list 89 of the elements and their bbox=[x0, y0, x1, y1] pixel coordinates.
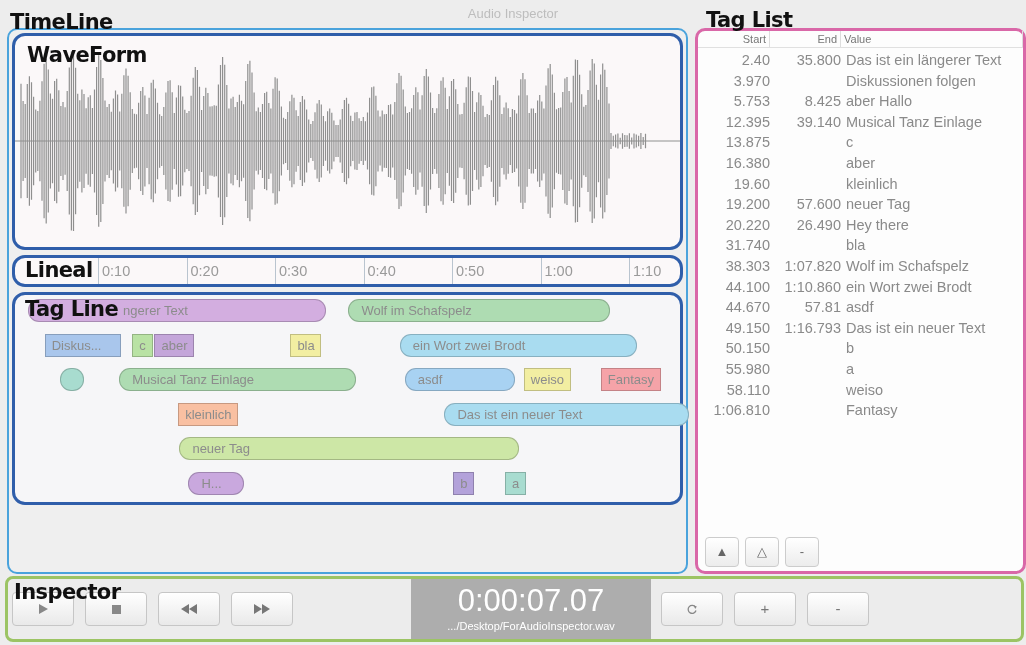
table-cell-text: 35.800 bbox=[795, 51, 841, 70]
table-cell-text: Das ist ein neuer Text bbox=[845, 318, 987, 338]
table-cell-text: 3.970 bbox=[732, 71, 770, 91]
table-cell-text: 58.110 bbox=[725, 380, 770, 400]
table-cell-text: 19.200 bbox=[724, 195, 770, 215]
table-cell-text: 20.220 bbox=[724, 215, 770, 235]
list-button[interactable]: ▲ bbox=[705, 537, 739, 567]
table-cell-text: bla bbox=[845, 236, 867, 256]
table-cell-text: ein Wort zwei Brodt bbox=[845, 277, 973, 297]
file-path: .../Desktop/ForAudioInspector.wav bbox=[447, 618, 615, 634]
table-cell-text: Musical Tanz Einlage bbox=[845, 112, 983, 132]
list-button[interactable]: △ bbox=[745, 537, 779, 567]
tag-bar[interactable]: H... bbox=[188, 471, 244, 495]
tag-marker[interactable]: Diskus... bbox=[44, 333, 121, 357]
table-cell-text: 2.40 bbox=[740, 51, 770, 70]
time-readout: 0:00:07.07 bbox=[457, 583, 605, 618]
ruler-tick-label: 0:10 bbox=[98, 258, 131, 284]
table-cell-text: 44.100 bbox=[724, 277, 770, 297]
tag-marker[interactable]: kleinlich bbox=[178, 402, 239, 426]
tag-bar[interactable]: Wolf im Schafspelz bbox=[348, 299, 610, 322]
tag-marker[interactable]: Fantasy bbox=[600, 368, 661, 391]
table-cell-text: 26.490 bbox=[795, 215, 841, 235]
table-cell-text: 38.303 bbox=[724, 256, 770, 276]
annotation-label: Inspector bbox=[14, 582, 121, 603]
action-button[interactable]: - bbox=[807, 592, 869, 626]
annotation-label: WaveForm bbox=[27, 45, 147, 66]
tag-marker[interactable]: c bbox=[132, 333, 154, 357]
table-cell-text: a bbox=[845, 359, 856, 379]
tag-bar[interactable]: Das ist ein neuer Text bbox=[444, 402, 690, 426]
table-cell-text: 5.753 bbox=[732, 92, 770, 112]
table-cell-text: 39.140 bbox=[795, 112, 841, 132]
tag-bar[interactable]: neuer Tag bbox=[179, 437, 520, 460]
tag-marker[interactable]: bla bbox=[290, 333, 322, 357]
annotation-label: Tag List bbox=[706, 10, 793, 31]
play-icon bbox=[37, 603, 49, 615]
table-cell-text: 44.670 bbox=[724, 298, 770, 318]
annotation-label: Lineal bbox=[25, 260, 93, 281]
ruler-tick-label: 0:20 bbox=[186, 258, 219, 284]
list-button[interactable]: - bbox=[785, 537, 819, 567]
tag-marker[interactable]: aber bbox=[154, 333, 195, 357]
annotation-label: TimeLine bbox=[10, 12, 113, 33]
table-cell-text: 57.600 bbox=[795, 195, 841, 215]
table-cell-text: weiso bbox=[845, 380, 885, 400]
table-cell-text: 1:16.793 bbox=[783, 318, 841, 338]
table-cell-text: Fantasy bbox=[845, 401, 899, 421]
table-cell-text: 8.425 bbox=[803, 92, 841, 112]
tag-bar[interactable]: ein Wort zwei Brodt bbox=[399, 333, 637, 357]
table-cell-text: 1:07.820 bbox=[783, 256, 841, 276]
tag-marker[interactable]: b bbox=[453, 471, 475, 495]
table-cell-text: 13.875 bbox=[724, 133, 770, 153]
table-cell-text: kleinlich bbox=[845, 174, 899, 194]
table-cell-text: 49.150 bbox=[724, 318, 770, 338]
table-cell-text: Hey there bbox=[845, 215, 910, 235]
annotation-label: Tag Line bbox=[25, 299, 119, 320]
table-cell-text: Diskussionen folgen bbox=[845, 71, 977, 91]
table-cell-text: 19.60 bbox=[732, 174, 770, 194]
rewind-icon bbox=[181, 604, 197, 614]
stop-icon bbox=[111, 604, 121, 614]
fast-forward-icon bbox=[254, 604, 270, 614]
table-cell-text: 31.740 bbox=[724, 236, 770, 256]
column-header[interactable]: Value bbox=[841, 31, 1023, 47]
tag-bar[interactable]: Musical Tanz Einlage bbox=[119, 368, 356, 391]
table-cell-text: aber Hallo bbox=[845, 92, 914, 112]
table-cell-text: c bbox=[845, 133, 855, 153]
ruler-tick-label: 0:50 bbox=[452, 258, 485, 284]
table-cell-text: 16.380 bbox=[724, 153, 770, 173]
table-cell-text: aber bbox=[845, 153, 877, 173]
table-cell-text: Wolf im Schafspelz bbox=[845, 256, 971, 276]
table-cell-text: b bbox=[845, 339, 856, 359]
reload-icon bbox=[686, 603, 698, 615]
column-header[interactable]: Start bbox=[698, 31, 770, 47]
ruler-tick-label: 1:10 bbox=[629, 258, 662, 284]
column-header[interactable]: End bbox=[770, 31, 841, 47]
ruler-tick-label: 0:40 bbox=[363, 258, 396, 284]
tag-marker[interactable]: a bbox=[504, 471, 526, 495]
table-cell-text: 12.395 bbox=[724, 112, 770, 132]
tag-marker[interactable]: weiso bbox=[523, 368, 571, 391]
tag-bar[interactable]: asdf bbox=[404, 368, 515, 391]
table-cell-text: Das ist ein längerer Text bbox=[845, 51, 1003, 70]
action-button[interactable]: + bbox=[734, 592, 796, 626]
table-cell-text: 50.150 bbox=[724, 339, 770, 359]
table-cell-text: neuer Tag bbox=[845, 195, 912, 215]
ruler-tick-label: 0:30 bbox=[275, 258, 308, 284]
table-cell-text: asdf bbox=[845, 298, 875, 318]
table-cell-text: 1:10.860 bbox=[783, 277, 841, 297]
table-cell-text: 57.81 bbox=[803, 298, 841, 318]
table-cell-text: 55.980 bbox=[724, 359, 770, 379]
ruler-tick-label: 1:00 bbox=[540, 258, 573, 284]
table-cell-text: 1:06.810 bbox=[712, 401, 770, 421]
